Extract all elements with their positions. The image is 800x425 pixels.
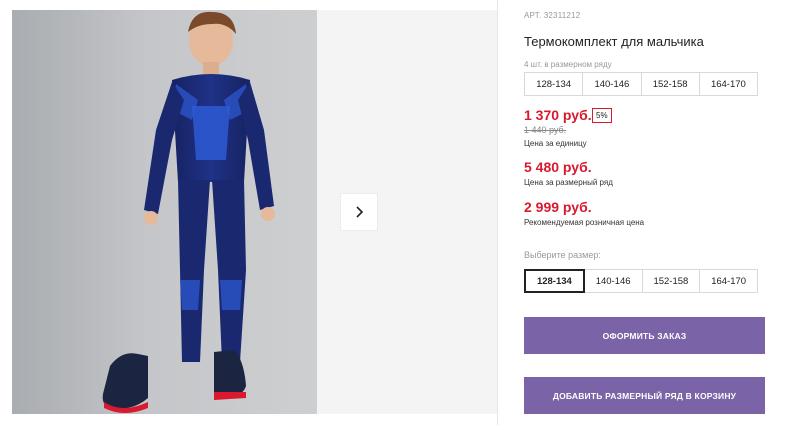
- row-price: 5 480 руб.: [524, 159, 592, 175]
- pack-size-item: 140-146: [582, 72, 642, 96]
- discount-badge: 5%: [592, 108, 612, 123]
- place-order-button[interactable]: ОФОРМИТЬ ЗАКАЗ: [524, 317, 765, 354]
- add-to-cart-button[interactable]: ДОБАВИТЬ РАЗМЕРНЫЙ РЯД В КОРЗИНУ: [524, 377, 765, 414]
- choose-size-label: Выберите размер:: [524, 250, 601, 260]
- pack-size-item: 152-158: [640, 72, 700, 96]
- product-gallery: [0, 0, 498, 425]
- article-number: АРТ. 32311212: [524, 11, 581, 20]
- product-photo[interactable]: [12, 10, 317, 414]
- size-option-152-158[interactable]: 152-158: [641, 269, 701, 293]
- pack-size-list: 128-134 140-146 152-158 164-170: [524, 72, 758, 96]
- old-price: 1 440 руб.: [524, 125, 567, 135]
- size-option-164-170[interactable]: 164-170: [699, 269, 758, 293]
- rrp-price-label: Рекомендуемая розничная цена: [524, 218, 645, 227]
- next-image-button[interactable]: [340, 193, 378, 231]
- product-title: Термокомплект для мальчика: [524, 34, 704, 49]
- unit-price-label: Цена за единицу: [524, 139, 587, 148]
- rrp-price: 2 999 руб.: [524, 199, 592, 215]
- pack-size-item: 164-170: [698, 72, 758, 96]
- pack-size-item: 128-134: [524, 72, 584, 96]
- row-price-label: Цена за размерный ряд: [524, 178, 613, 187]
- size-option-128-134[interactable]: 128-134: [524, 269, 585, 293]
- pack-note: 4 шт. в размерном ряду: [524, 60, 612, 69]
- unit-price: 1 370 руб.: [524, 107, 592, 123]
- size-selector: 128-134 140-146 152-158 164-170: [524, 269, 758, 293]
- chevron-right-icon: [356, 206, 364, 218]
- size-option-140-146[interactable]: 140-146: [583, 269, 643, 293]
- boy-thermal-suit-image: [102, 11, 275, 413]
